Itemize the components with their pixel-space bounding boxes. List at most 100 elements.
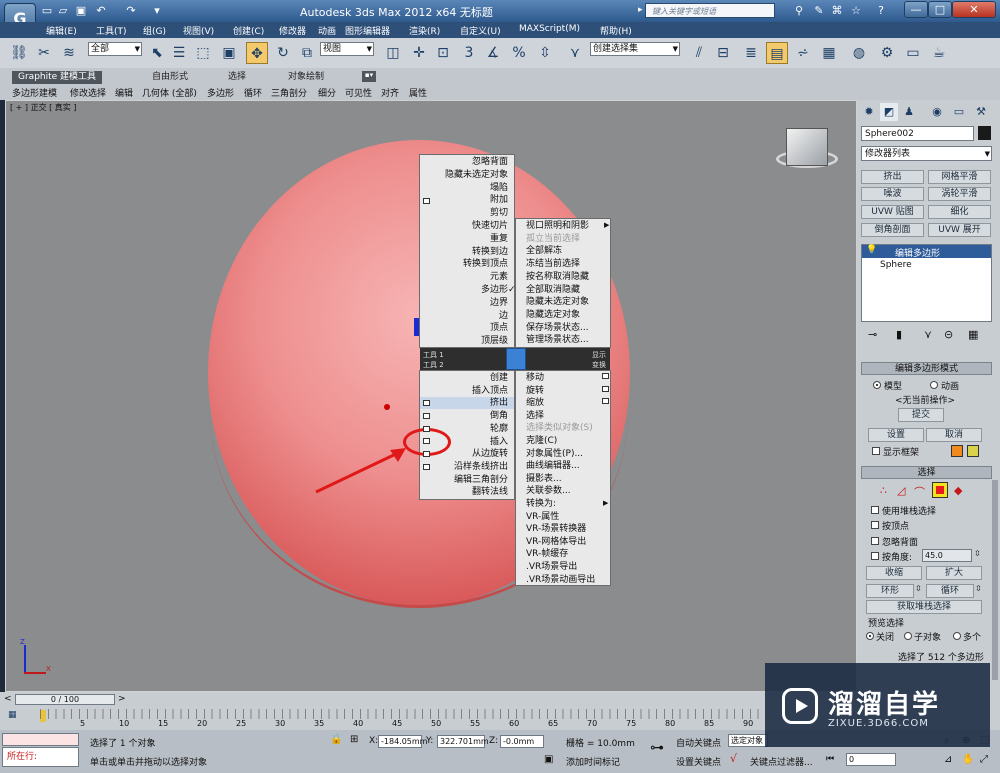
quad-bottom-right-item[interactable]: 曲线编辑器... <box>516 460 610 472</box>
bind-space-warp-icon[interactable]: ≋ <box>58 42 80 64</box>
quad-bottom-left-item[interactable]: 创建 <box>420 372 514 384</box>
select-and-rotate-icon[interactable]: ↻ <box>272 42 294 64</box>
menu-animation[interactable]: 动画 <box>318 24 336 37</box>
menu-group[interactable]: 组(G) <box>143 24 166 37</box>
quad-top-right-item[interactable]: 保存场景状态... <box>516 322 610 334</box>
utilities-tab-icon[interactable]: ⚒ <box>972 103 990 121</box>
quad-top-left-item[interactable]: 隐藏未选定对象 <box>420 169 514 181</box>
cancel-button[interactable]: 取消 <box>926 428 982 442</box>
spinner-snap-icon[interactable]: ⇳ <box>534 42 556 64</box>
curve-editor-icon[interactable]: ⩫ <box>792 42 814 64</box>
ribbon-properties[interactable]: 属性 <box>409 86 427 99</box>
mirror-icon[interactable]: ⫽ <box>688 42 710 64</box>
quad-top-left-item[interactable]: 重复 <box>420 233 514 245</box>
ignore-backfacing-checkbox[interactable] <box>871 537 879 545</box>
quad-top-left-item[interactable]: 塌陷 <box>420 182 514 194</box>
quad-top-left-item[interactable]: 元素 <box>420 271 514 283</box>
snap-toggle-icon[interactable]: 3 <box>458 42 480 64</box>
new-file-icon[interactable]: ▭ <box>40 4 54 18</box>
command-panel-scrollbar[interactable] <box>992 480 998 680</box>
ribbon-geometry-all[interactable]: 几何体 (全部) <box>142 86 197 99</box>
quad-bottom-right-item[interactable]: 转换为: <box>516 498 610 510</box>
menu-help[interactable]: 帮助(H) <box>600 24 632 37</box>
reference-coordinate-dropdown[interactable]: 视图 ▼ <box>320 42 374 56</box>
inset-settings-icon[interactable] <box>423 438 430 444</box>
display-tab-icon[interactable]: ▭ <box>950 103 968 121</box>
save-icon[interactable]: ▣ <box>74 4 88 18</box>
quick-access-dropdown-icon[interactable]: ▾ <box>150 4 164 18</box>
modifier-noise-button[interactable]: 噪波 <box>861 187 924 201</box>
object-color-swatch[interactable] <box>978 126 991 140</box>
quad-top-right-item[interactable]: 按名称取消隐藏 <box>516 271 610 283</box>
configure-sets-icon[interactable]: ▦ <box>968 328 978 341</box>
time-tag-icon[interactable]: ▣ <box>544 754 553 765</box>
use-stack-selection-checkbox[interactable] <box>871 506 879 514</box>
quad-bottom-left-item[interactable]: 倒角 <box>420 410 514 422</box>
quad-bottom-right-item[interactable]: VR-网格体导出 <box>516 536 610 548</box>
current-frame-field[interactable]: 0 <box>846 753 896 766</box>
quad-bottom-left-item[interactable]: 翻转法线 <box>420 486 514 498</box>
modifier-meshsmooth-button[interactable]: 网格平滑 <box>928 170 991 184</box>
border-mode-icon[interactable]: ⌒ <box>914 484 925 500</box>
pivot-center-icon[interactable]: ◫ <box>382 42 404 64</box>
layer-manager-icon[interactable]: ≣ <box>740 42 762 64</box>
extrude-spline-settings-icon[interactable] <box>423 464 430 470</box>
preview-off-radio[interactable] <box>866 632 874 640</box>
select-by-name-icon[interactable]: ☰ <box>168 42 190 64</box>
attach-settings-icon[interactable] <box>423 198 430 204</box>
bevel-settings-icon[interactable] <box>423 413 430 419</box>
maxscript-listener-top[interactable] <box>2 733 79 746</box>
graphite-toggle-icon[interactable]: ▤ <box>766 42 788 64</box>
ribbon-edit[interactable]: 编辑 <box>115 86 133 99</box>
quad-top-left-item[interactable]: 顶点 <box>420 322 514 334</box>
named-selection-dropdown[interactable]: 创建选择集 ▼ <box>590 42 680 56</box>
modifier-tessellate-button[interactable]: 细化 <box>928 205 991 219</box>
by-vertex-checkbox[interactable] <box>871 521 879 529</box>
quad-bottom-right-item[interactable]: VR-帧缓存 <box>516 548 610 560</box>
unlink-icon[interactable]: ✂ <box>33 42 55 64</box>
commit-button[interactable]: 提交 <box>898 408 944 422</box>
angle-value-field[interactable]: 45.0 <box>922 549 972 562</box>
edit-named-selection-icon[interactable]: ⋎ <box>564 42 586 64</box>
edge-mode-icon[interactable]: ◿ <box>897 484 905 497</box>
select-and-manipulate-icon[interactable]: ✛ <box>408 42 430 64</box>
select-and-move-icon[interactable]: ✥ <box>246 42 268 64</box>
window-crossing-icon[interactable]: ▣ <box>218 42 240 64</box>
quad-bottom-left-item[interactable]: 挤出 <box>420 397 514 410</box>
menu-rendering[interactable]: 渲染(R) <box>409 24 440 37</box>
ribbon-tab-freeform[interactable]: 自由形式 <box>146 71 194 84</box>
redo-icon[interactable]: ↷ <box>124 4 138 18</box>
vertex-mode-icon[interactable]: ∴ <box>880 484 887 497</box>
show-end-result-icon[interactable]: ▮ <box>896 328 902 341</box>
goto-start-icon[interactable]: ⏮ <box>826 754 834 764</box>
quad-top-right-item[interactable]: 孤立当前选择 <box>516 233 610 245</box>
quad-top-left-item[interactable]: 转换到顶点 <box>420 258 514 270</box>
time-next-icon[interactable]: > <box>118 694 126 704</box>
maximize-button[interactable]: □ <box>928 1 952 18</box>
ribbon-poly-modeling[interactable]: 多边形建模 <box>12 86 57 99</box>
viewport-label[interactable]: [ + ] 正交 [ 真实 ] <box>10 102 76 113</box>
rotate-settings-icon[interactable] <box>602 386 609 392</box>
field-of-view-icon[interactable]: ⊿ <box>944 754 952 765</box>
ribbon-tris[interactable]: 三角剖分 <box>271 86 307 99</box>
rollout-selection[interactable]: 选择 <box>861 466 992 479</box>
angle-spinner-icon[interactable]: ⇳ <box>974 549 981 558</box>
selection-lock-icon[interactable]: 🔒 <box>330 734 342 745</box>
maximize-viewport-icon[interactable]: ⤢ <box>980 754 988 765</box>
set-key-button[interactable]: 设置关键点 <box>676 755 721 768</box>
quad-top-left-item[interactable]: 附加 <box>420 194 514 206</box>
selection-filter-dropdown[interactable]: 全部 ▼ <box>88 42 142 56</box>
subscription-icon[interactable]: ✎ <box>812 4 826 18</box>
quad-bottom-right-item[interactable]: 选择类似对象(S) <box>516 422 610 434</box>
render-production-icon[interactable]: ☕ <box>928 42 950 64</box>
x-coord-field[interactable]: -184.05mm <box>378 735 427 748</box>
cage-selected-color-swatch[interactable] <box>967 445 979 457</box>
quad-top-left-item[interactable]: 快速切片 <box>420 220 514 232</box>
shrink-button[interactable]: 收缩 <box>866 566 922 580</box>
polygon-mode-button[interactable] <box>932 482 948 498</box>
quad-bottom-right-item[interactable]: 移动 <box>516 372 610 384</box>
by-angle-checkbox[interactable] <box>871 552 879 560</box>
quad-bottom-left-item[interactable]: 沿样条线挤出 <box>420 461 514 473</box>
stack-item-edit-poly[interactable]: 编辑多边形 <box>895 246 940 259</box>
render-setup-icon[interactable]: ⚙ <box>876 42 898 64</box>
